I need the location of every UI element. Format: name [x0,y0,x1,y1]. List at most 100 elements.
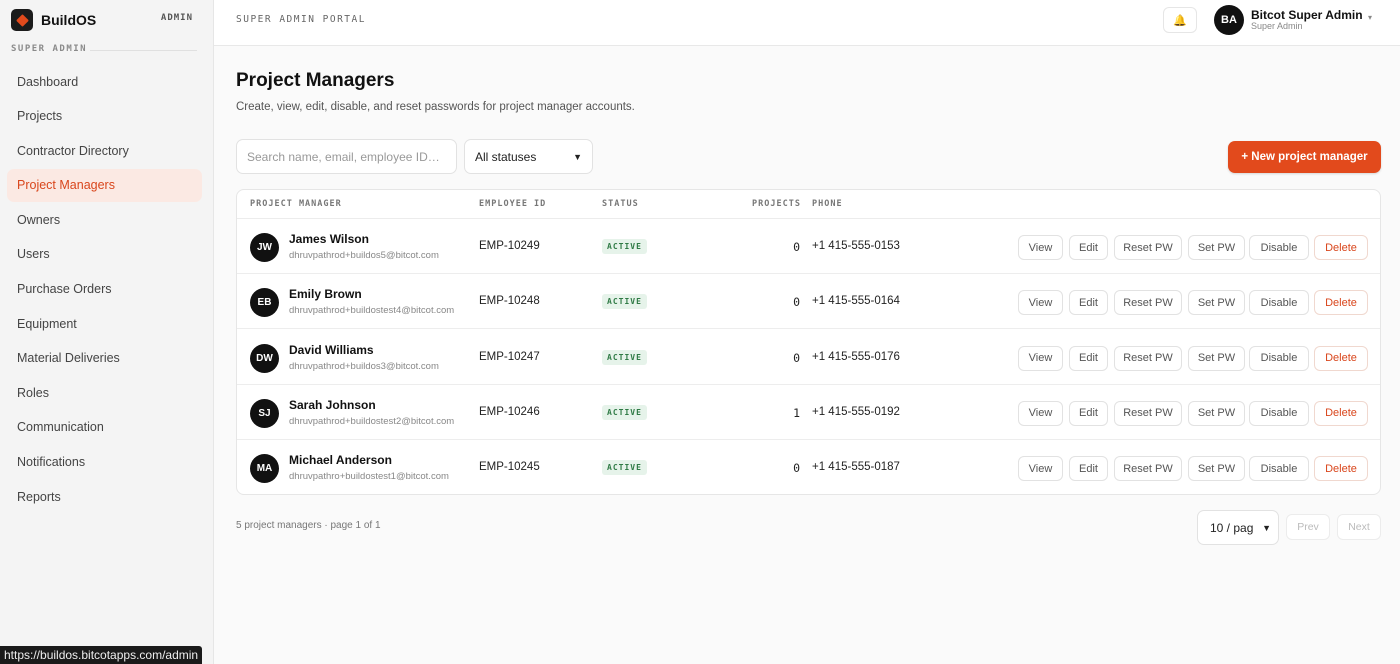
view-button[interactable]: View [1018,235,1063,260]
sidebar-item-reports[interactable]: Reports [7,480,202,513]
search-input[interactable] [236,139,457,174]
disable-button[interactable]: Disable [1249,456,1309,482]
table-row: EB Emily Brown dhruvpathrod+buildostest4@b… [237,274,1380,330]
status-badge: ACTIVE [602,460,647,476]
delete-button[interactable]: Delete [1314,400,1368,426]
user-avatar[interactable]: BA [1214,5,1244,35]
phone-number: +1 415-555-0187 [812,461,900,474]
column-header-projects[interactable]: PROJECTS [752,199,801,209]
reset-pw-button[interactable]: Reset PW [1114,345,1182,371]
sidebar-item-material-deliveries[interactable]: Material Deliveries [7,342,202,375]
sidebar-item-dashboard[interactable]: Dashboard [7,65,202,98]
avatar: JW [250,233,279,262]
projects-count: 0 [793,461,800,476]
phone-number: +1 415-555-0153 [812,240,900,252]
set-pw-button[interactable]: Set PW [1188,400,1245,426]
admin-badge: ADMIN [160,13,193,23]
brand-name: BuildOS [41,12,97,28]
set-pw-button[interactable]: Set PW [1188,345,1245,371]
disable-button[interactable]: Disable [1249,290,1309,316]
status-badge: ACTIVE [602,349,647,365]
disable-button[interactable]: Disable [1249,345,1309,371]
projects-count: 0 [793,240,800,254]
column-header-employee-id[interactable]: EMPLOYEE ID [479,199,546,209]
view-button[interactable]: View [1018,290,1063,316]
buildos-logo-icon [11,9,33,31]
set-pw-button[interactable]: Set PW [1188,456,1245,482]
reset-pw-button[interactable]: Reset PW [1114,456,1182,482]
phone-number: +1 415-555-0164 [812,295,900,308]
reset-pw-button[interactable]: Reset PW [1114,290,1182,316]
sidebar-item-owners[interactable]: Owners [7,203,202,236]
delete-button[interactable]: Delete [1314,456,1368,482]
sidebar-item-users[interactable]: Users [7,238,202,271]
new-project-manager-button[interactable]: + New project manager [1228,141,1381,173]
projects-count: 1 [793,405,800,420]
view-button[interactable]: View [1018,456,1063,482]
status-badge: ACTIVE [602,404,647,420]
disable-button[interactable]: Disable [1249,235,1309,260]
per-page-select[interactable]: 10 / pag ▼ [1197,510,1279,545]
avatar: DW [250,343,279,373]
sidebar-item-projects[interactable]: Projects [7,100,202,133]
notifications-button[interactable]: 🔔 [1163,7,1197,33]
manager-email: dhruvpathrod+buildostest4@bitcot.com [289,305,455,317]
avatar: SJ [250,398,279,428]
reset-pw-button[interactable]: Reset PW [1114,235,1182,260]
top-bar: SUPER ADMIN PORTAL 🔔 BA Bitcot Super Adm… [214,0,1400,46]
employee-id: EMP-10249 [479,240,540,252]
brand[interactable]: BuildOS ADMIN [11,8,203,32]
edit-button[interactable]: Edit [1069,345,1108,371]
sidebar-item-roles[interactable]: Roles [7,376,202,409]
user-menu-caret-icon[interactable]: ▾ [1368,13,1372,22]
table-row: MA Michael Anderson dhruvpathro+buildostes… [237,440,1380,494]
edit-button[interactable]: Edit [1069,290,1108,316]
column-header-phone[interactable]: PHONE [812,199,843,209]
sidebar-item-communication[interactable]: Communication [7,411,202,444]
status-bar-url: https://buildos.bitcotapps.com/admin [0,646,203,664]
delete-button[interactable]: Delete [1314,345,1368,371]
prev-page-button[interactable]: Prev [1286,514,1330,540]
edit-button[interactable]: Edit [1069,456,1108,482]
table-row: DW David Williams dhruvpathrod+buildos3@bi… [237,330,1380,385]
edit-button[interactable]: Edit [1069,235,1108,260]
delete-button[interactable]: Delete [1314,235,1368,260]
portal-title: SUPER ADMIN PORTAL [236,14,366,25]
status-filter-select[interactable]: All statuses ▼ [464,139,593,174]
status-badge: ACTIVE [602,239,647,254]
sidebar: BuildOS ADMIN SUPER ADMIN Dashboard Proje… [0,0,214,664]
disable-button[interactable]: Disable [1249,400,1309,426]
manager-name: Emily Brown [289,287,362,302]
table-row: JW James Wilson dhruvpathrod+buildos5@bitc… [237,219,1380,274]
manager-email: dhruvpathrod+buildostest2@bitcot.com [289,415,455,427]
sidebar-item-contractor-directory[interactable]: Contractor Directory [7,134,202,167]
phone-number: +1 415-555-0176 [812,350,900,363]
projects-count: 0 [793,295,800,310]
section-divider [90,50,197,51]
view-button[interactable]: View [1018,345,1063,371]
set-pw-button[interactable]: Set PW [1188,290,1245,316]
manager-name: Michael Anderson [289,453,392,468]
column-header-status[interactable]: STATUS [602,199,639,209]
bell-icon: 🔔 [1173,14,1187,27]
sidebar-item-equipment[interactable]: Equipment [7,307,202,340]
chevron-down-icon: ▼ [573,151,582,162]
set-pw-button[interactable]: Set PW [1188,235,1245,260]
sidebar-item-notifications[interactable]: Notifications [7,446,202,479]
delete-button[interactable]: Delete [1314,290,1368,316]
pagination-summary: 5 project managers · page 1 of 1 [236,520,381,531]
column-header-manager[interactable]: PROJECT MANAGER [250,199,342,209]
sidebar-nav: Dashboard Projects Contractor Directory Pro… [7,65,202,515]
sidebar-item-purchase-orders[interactable]: Purchase Orders [7,273,202,306]
edit-button[interactable]: Edit [1069,400,1108,426]
view-button[interactable]: View [1018,400,1063,426]
user-role: Super Admin [1251,21,1303,31]
reset-pw-button[interactable]: Reset PW [1114,400,1182,426]
phone-number: +1 415-555-0192 [812,405,900,418]
page-title: Project Managers [236,70,395,91]
next-page-button[interactable]: Next [1337,514,1381,540]
project-managers-table: PROJECT MANAGER EMPLOYEE ID STATUS PROJE… [236,189,1381,495]
sidebar-item-project-managers[interactable]: Project Managers [7,168,202,202]
employee-id: EMP-10247 [479,350,540,363]
user-name[interactable]: Bitcot Super Admin [1251,8,1363,22]
